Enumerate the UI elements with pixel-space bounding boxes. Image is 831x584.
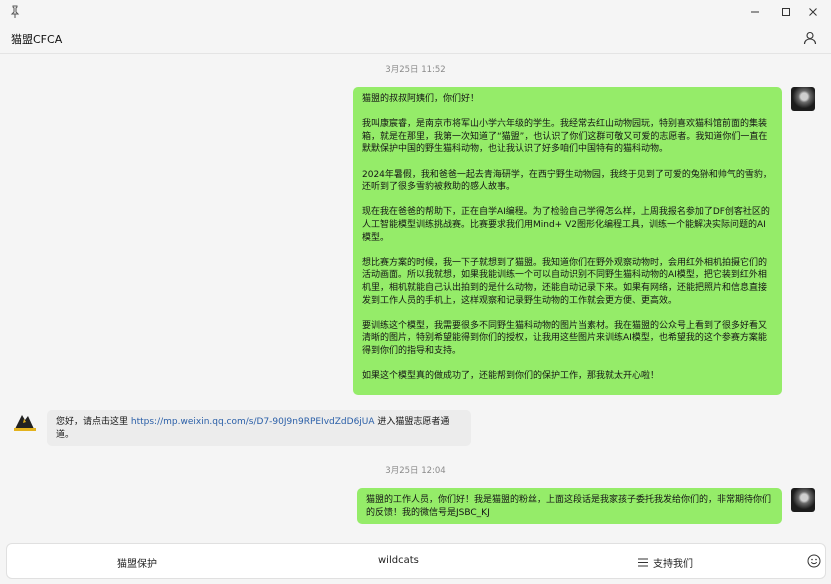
cfca-logo-avatar[interactable] <box>11 410 39 434</box>
outgoing-message[interactable]: 猫盟的叔叔阿姨们，你们好！ 我叫康宸睿，是南京市将军山小学六年级的学生。我经常去… <box>353 87 782 395</box>
maximize-button[interactable] <box>778 4 794 20</box>
user-avatar[interactable] <box>791 87 815 111</box>
chat-title: 猫盟CFCA <box>11 33 63 46</box>
incoming-message[interactable]: 您好，请点击这里 https://mp.weixin.qq.com/s/D7-9… <box>47 410 471 446</box>
volunteer-link[interactable]: https://mp.weixin.qq.com/s/D7-90J9n9RPEI… <box>131 417 375 427</box>
user-avatar[interactable] <box>791 488 815 512</box>
menu-item-protection[interactable]: 猫盟保护 <box>117 555 157 570</box>
maximize-icon <box>782 8 790 16</box>
emoji-icon[interactable] <box>807 554 821 568</box>
minimize-icon <box>751 11 759 13</box>
window-titlebar <box>0 0 831 24</box>
menu-item-support[interactable]: 支持我们 <box>653 555 693 570</box>
close-icon <box>809 8 817 16</box>
message-timestamp: 3月25日 11:52 <box>385 65 446 75</box>
pin-icon[interactable] <box>9 5 21 19</box>
minimize-button[interactable] <box>747 4 763 20</box>
message-text: 您好，请点击这里 <box>56 417 131 427</box>
hamburger-icon <box>638 558 648 567</box>
chat-messages[interactable]: 3月25日 11:52 猫盟的叔叔阿姨们，你们好！ 我叫康宸睿，是南京市将军山小… <box>0 55 831 541</box>
chat-header: 猫盟CFCA <box>0 24 831 54</box>
menu-item-wildcats[interactable]: wildcats <box>378 555 419 566</box>
message-timestamp: 3月25日 12:04 <box>385 466 446 476</box>
outgoing-message[interactable]: 猫盟的工作人员，你们好！我是猫盟的粉丝，上面这段话是我家孩子委托我发给你们的，非… <box>357 488 782 524</box>
person-icon[interactable] <box>803 31 817 45</box>
bottom-menu-bar: 猫盟保护 wildcats 支持我们 <box>6 543 826 579</box>
close-button[interactable] <box>805 4 821 20</box>
